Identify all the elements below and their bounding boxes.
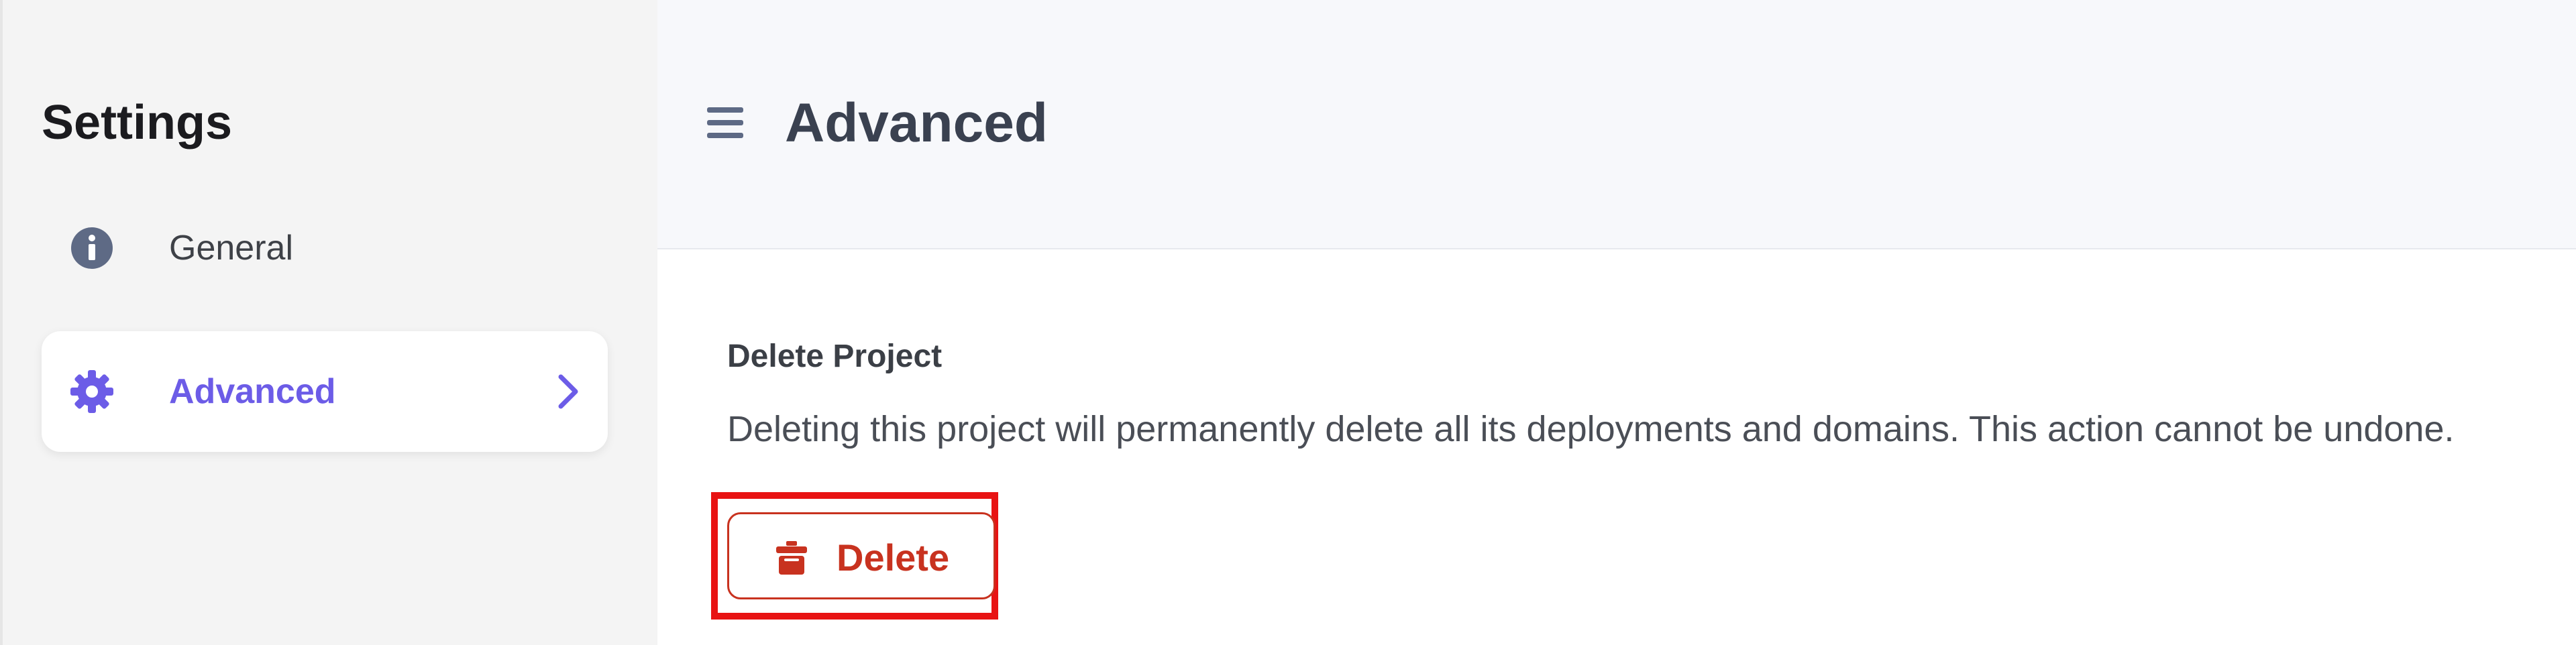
page-header: Advanced xyxy=(657,0,2576,249)
app-window: Settings General Advanced Advanced Delet… xyxy=(0,0,2576,645)
gear-icon xyxy=(68,368,115,415)
delete-button-label: Delete xyxy=(837,536,950,579)
sidebar-item-label: General xyxy=(169,229,293,268)
settings-sidebar: Settings General Advanced xyxy=(0,0,657,645)
delete-button[interactable]: Delete xyxy=(727,512,996,599)
sidebar-title: Settings xyxy=(42,96,233,150)
delete-project-heading: Delete Project xyxy=(727,339,943,374)
sidebar-item-general[interactable]: General xyxy=(42,188,608,308)
sidebar-item-advanced[interactable]: Advanced xyxy=(42,331,608,452)
trash-icon xyxy=(775,540,808,576)
page-title: Advanced xyxy=(785,93,1048,154)
sidebar-item-label: Advanced xyxy=(169,372,336,411)
delete-project-description: Deleting this project will permanently d… xyxy=(727,409,2455,449)
menu-icon[interactable] xyxy=(704,102,746,143)
main-content: Advanced Delete Project Deleting this pr… xyxy=(657,0,2576,645)
chevron-right-icon xyxy=(547,371,588,412)
info-circle-icon xyxy=(68,225,115,272)
